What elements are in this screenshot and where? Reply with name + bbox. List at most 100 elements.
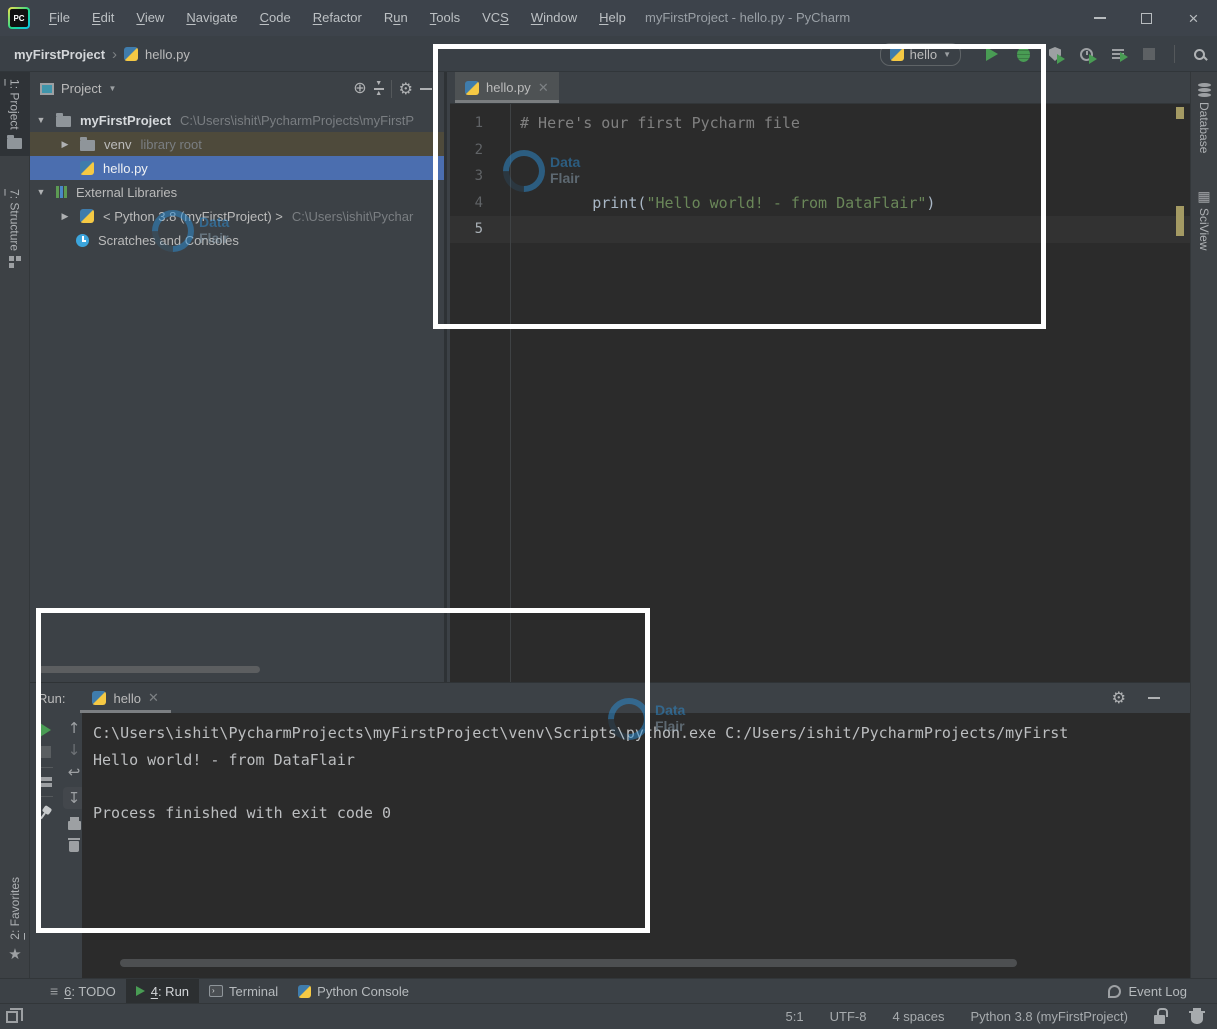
menu-refactor[interactable]: Refactor	[302, 0, 373, 36]
python-file-icon	[80, 161, 94, 175]
star-icon: ★	[8, 945, 21, 963]
tree-row-scratches[interactable]: Scratches and Consoles	[30, 228, 444, 252]
close-button[interactable]: ×	[1170, 0, 1217, 36]
search-everywhere-button[interactable]	[1194, 49, 1205, 60]
structure-icon	[9, 256, 21, 268]
project-tree: ▼ myFirstProject C:\Users\ishit\PycharmP…	[30, 108, 444, 252]
sidebar-item-project[interactable]: 1: Project	[0, 72, 30, 156]
project-panel-header: Project ▼ ⊕ ▼▲ ⚙	[30, 72, 444, 105]
toolwindow-run[interactable]: 4: Run	[126, 979, 199, 1004]
maximize-icon	[1141, 13, 1152, 24]
run-icon	[136, 986, 145, 996]
menu-help[interactable]: Help	[588, 0, 637, 36]
hide-panel-button[interactable]	[420, 88, 432, 90]
folder-icon	[7, 138, 22, 149]
window-controls: ×	[1076, 0, 1217, 36]
sidebar-item-favorites[interactable]: 2: Favorites ★	[0, 870, 30, 970]
caret-position[interactable]: 5:1	[786, 1009, 804, 1024]
inspection-stripe-mark[interactable]	[1176, 206, 1184, 236]
sidebar-item-database[interactable]: Database	[1189, 76, 1217, 160]
gear-icon[interactable]: ⚙	[399, 81, 413, 97]
mini-play-icon	[1057, 54, 1065, 64]
title-bar: PC File Edit View Navigate Code Refactor…	[0, 0, 1217, 36]
indent-setting[interactable]: 4 spaces	[892, 1009, 944, 1024]
tree-row-external-libraries[interactable]: ▼ External Libraries	[30, 180, 444, 204]
tool-window-bar: ≡ 6: TODO 4: Run › Terminal Python Conso…	[0, 978, 1217, 1003]
python-icon	[80, 209, 94, 223]
profiler-button[interactable]	[1080, 48, 1093, 61]
tree-row-venv[interactable]: ▶ venv library root	[30, 132, 444, 156]
pycharm-window: PC File Edit View Navigate Code Refactor…	[0, 0, 1217, 1029]
tree-row-python-interpreter[interactable]: ▶ < Python 3.8 (myFirstProject) > C:\Use…	[30, 204, 444, 228]
menu-code[interactable]: Code	[249, 0, 302, 36]
tree-row-project-root[interactable]: ▼ myFirstProject C:\Users\ishit\PycharmP…	[30, 108, 444, 132]
collapse-all-button[interactable]: ▼▲	[374, 81, 384, 97]
project-view-icon	[40, 83, 54, 95]
python-icon	[298, 985, 311, 998]
toolwindow-terminal[interactable]: › Terminal	[199, 979, 288, 1004]
maximize-button[interactable]	[1123, 0, 1170, 36]
window-title: myFirstProject - hello.py - PyCharm	[645, 0, 850, 36]
collapse-arrow-icon[interactable]: ▶	[60, 139, 70, 150]
toolbar-divider	[1174, 45, 1175, 63]
tree-row-hello-py[interactable]: hello.py	[30, 156, 444, 180]
hide-panel-button[interactable]	[1148, 697, 1160, 699]
project-tool-window: Project ▼ ⊕ ▼▲ ⚙ ▼ myFirstProject C:\Use…	[30, 72, 447, 682]
toolbar-divider	[391, 80, 392, 98]
inspection-stripe-mark[interactable]	[1176, 107, 1184, 119]
breadcrumb-project[interactable]: myFirstProject	[14, 47, 105, 62]
menu-view[interactable]: View	[125, 0, 175, 36]
breadcrumb-file[interactable]: hello.py	[145, 47, 190, 62]
chevron-down-icon[interactable]: ▼	[108, 84, 116, 93]
menu-edit[interactable]: Edit	[81, 0, 125, 36]
right-tool-stripe: Database ▦ SciView	[1190, 72, 1217, 978]
mini-play-icon	[1120, 52, 1128, 62]
event-log-icon	[1108, 985, 1121, 998]
annotation-rectangle-console	[36, 608, 650, 933]
terminal-icon: ›	[209, 985, 223, 997]
menu-run[interactable]: Run	[373, 0, 419, 36]
sidebar-item-structure[interactable]: 7: Structure	[0, 182, 30, 275]
libraries-icon	[56, 186, 67, 198]
grid-icon: ▦	[1197, 189, 1210, 203]
horizontal-scrollbar[interactable]	[120, 959, 1017, 967]
annotation-rectangle-editor	[433, 44, 1046, 329]
locate-file-button[interactable]: ⊕	[353, 81, 366, 97]
sidebar-item-sciview[interactable]: ▦ SciView	[1189, 182, 1217, 257]
highlighting-level-icon[interactable]	[1191, 1013, 1203, 1024]
menu-window[interactable]: Window	[520, 0, 588, 36]
mini-play-icon	[1089, 54, 1097, 64]
menu-navigate[interactable]: Navigate	[175, 0, 248, 36]
breadcrumb: myFirstProject › hello.py	[14, 36, 190, 72]
todo-list-icon: ≡	[50, 983, 58, 999]
interpreter-setting[interactable]: Python 3.8 (myFirstProject)	[971, 1009, 1129, 1024]
left-tool-stripe: 1: Project 7: Structure 2: Favorites ★	[0, 72, 30, 978]
menu-bar: File Edit View Navigate Code Refactor Ru…	[38, 0, 637, 36]
project-panel-title[interactable]: Project	[61, 81, 101, 96]
toolwindow-python-console[interactable]: Python Console	[288, 979, 419, 1004]
breadcrumb-separator: ›	[112, 46, 117, 63]
folder-icon	[80, 140, 95, 151]
lock-icon[interactable]	[1154, 1015, 1165, 1024]
database-icon	[1198, 83, 1211, 97]
menu-vcs[interactable]: VCS	[471, 0, 520, 36]
close-icon: ×	[1189, 10, 1199, 27]
status-bar: 5:1 UTF-8 4 spaces Python 3.8 (myFirstPr…	[0, 1003, 1217, 1029]
python-file-icon	[124, 47, 138, 61]
collapse-arrow-icon[interactable]: ▶	[60, 211, 70, 222]
gear-icon[interactable]: ⚙	[1112, 690, 1126, 706]
file-encoding[interactable]: UTF-8	[830, 1009, 867, 1024]
minimize-button[interactable]	[1076, 0, 1123, 36]
expand-arrow-icon[interactable]: ▼	[36, 115, 46, 125]
run-coverage-button[interactable]	[1049, 47, 1061, 61]
menu-tools[interactable]: Tools	[419, 0, 471, 36]
tool-window-switcher-icon[interactable]	[6, 1011, 18, 1023]
toolwindow-todo[interactable]: ≡ 6: TODO	[40, 979, 126, 1004]
menu-file[interactable]: File	[38, 0, 81, 36]
event-log-button[interactable]: Event Log	[1108, 984, 1187, 999]
scratches-icon	[76, 234, 89, 247]
pycharm-logo-icon: PC	[8, 7, 30, 29]
concurrency-button[interactable]	[1112, 49, 1124, 59]
expand-arrow-icon[interactable]: ▼	[36, 187, 46, 197]
folder-icon	[56, 116, 71, 127]
